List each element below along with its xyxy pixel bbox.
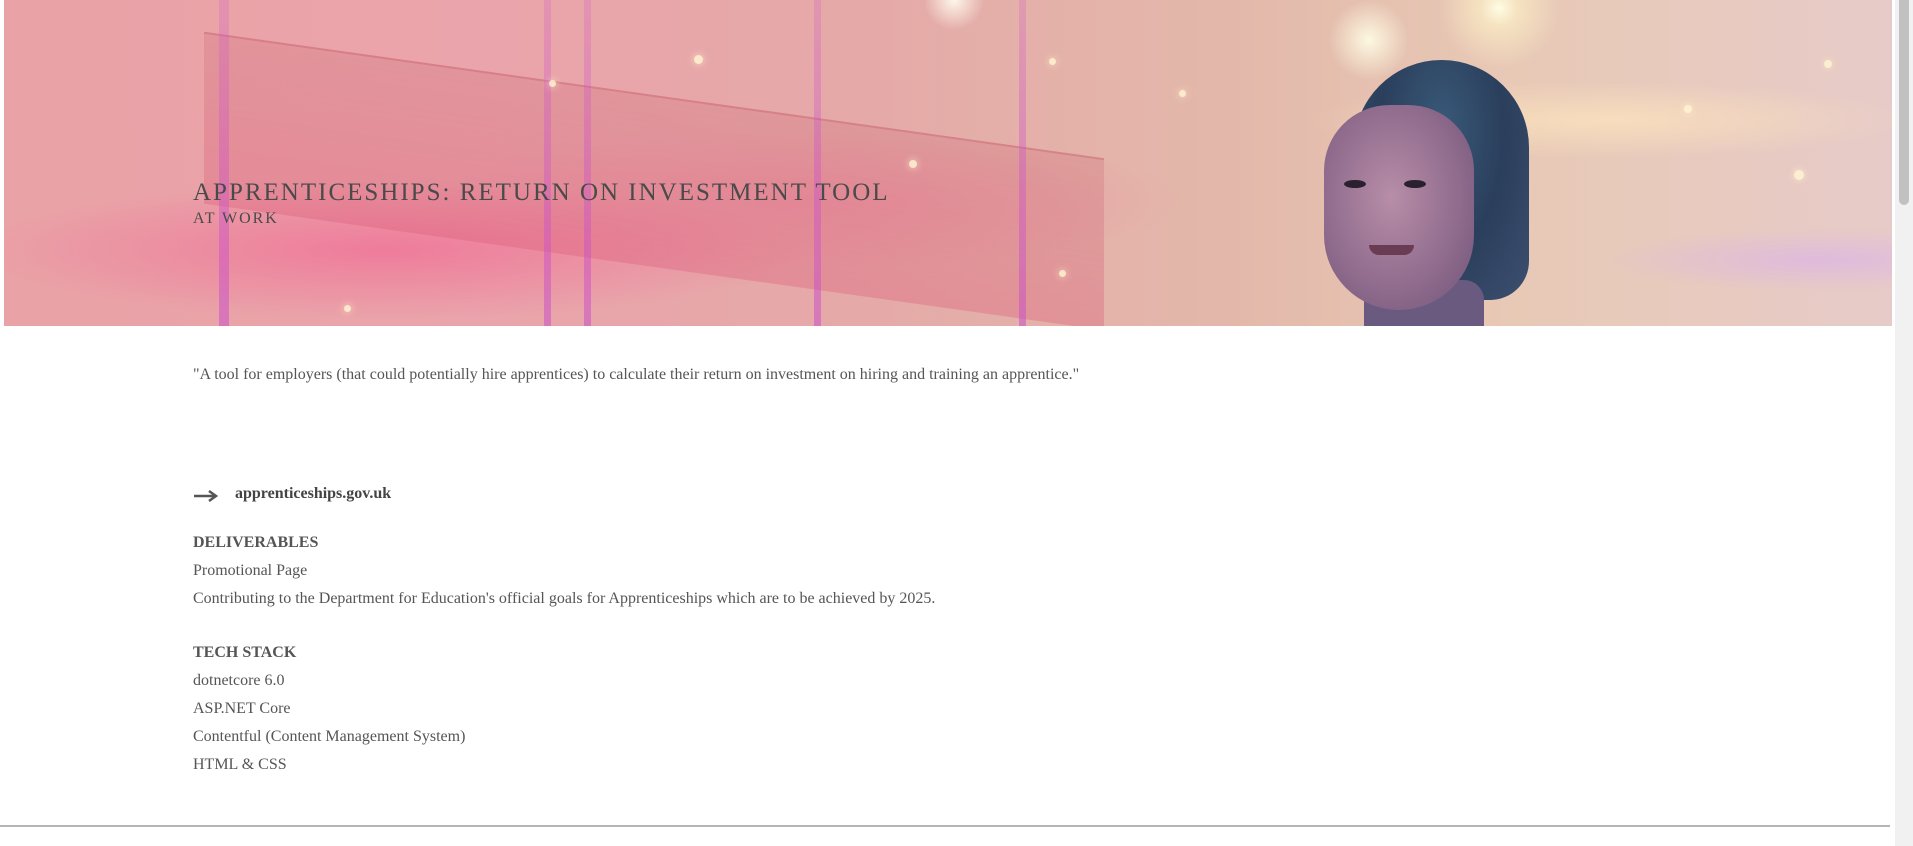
tech-stack-item: Contentful (Content Management System) [193,728,466,745]
tech-stack-item: dotnetcore 6.0 [193,672,285,689]
hero-heading-group: APPRENTICESHIPS: RETURN ON INVESTMENT TO… [193,178,890,230]
apprenticeships-link[interactable]: apprenticeships.gov.uk [235,485,391,503]
external-link-row[interactable]: apprenticeships.gov.uk [193,479,391,509]
deliverable-item: Contributing to the Department for Educa… [193,590,936,607]
tech-stack-item: HTML & CSS [193,756,287,773]
deliverables-section: DELIVERABLES Promotional Page Contributi… [193,529,935,613]
hero-portrait [1294,60,1554,326]
deliverables-heading: DELIVERABLES [193,534,319,551]
page: APPRENTICESHIPS: RETURN ON INVESTMENT TO… [0,0,1913,846]
deliverable-item: Promotional Page [193,562,308,579]
tech-stack-section: TECH STACK dotnetcore 6.0 ASP.NET Core C… [193,639,465,779]
scrollbar-thumb[interactable] [1899,0,1909,205]
tech-stack-heading: TECH STACK [193,644,297,661]
footer-divider [0,825,1890,827]
page-title: APPRENTICESHIPS: RETURN ON INVESTMENT TO… [193,179,890,206]
tech-stack-item: ASP.NET Core [193,700,291,717]
vertical-scrollbar[interactable] [1895,0,1913,846]
main-content: "A tool for employers (that could potent… [193,355,1693,773]
page-subtitle: AT WORK [193,210,279,227]
arrow-right-icon [194,489,219,503]
hero-banner [4,0,1892,326]
project-quote: "A tool for employers (that could potent… [193,366,1080,383]
